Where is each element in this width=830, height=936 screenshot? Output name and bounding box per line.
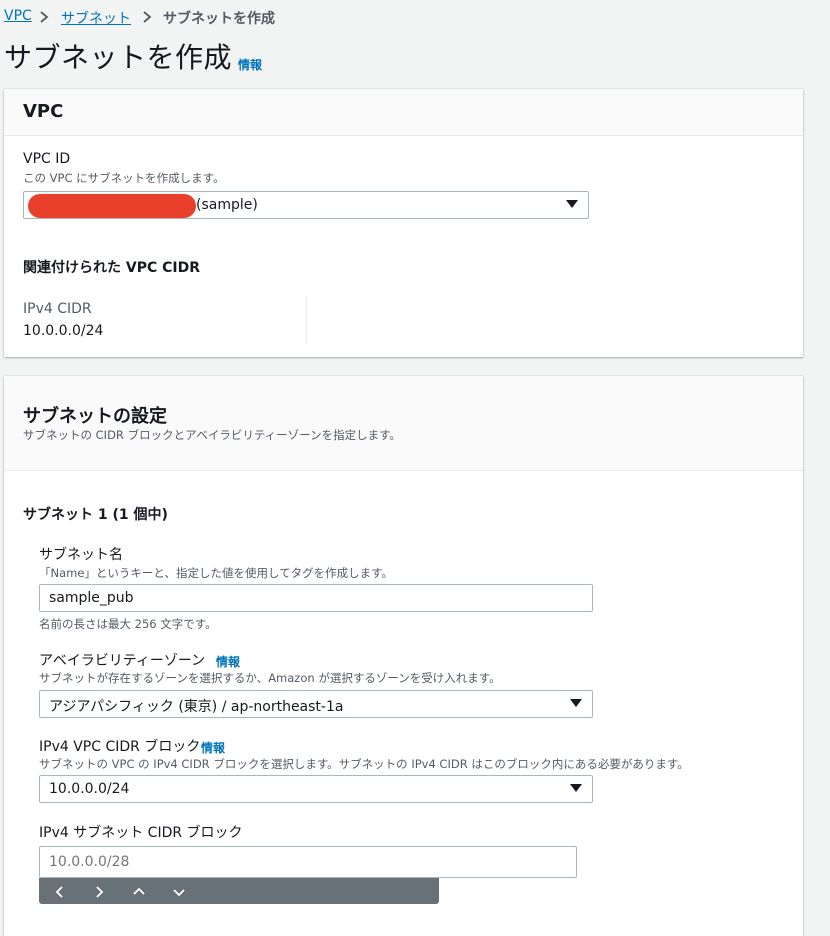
subnet-card-title: サブネットの設定 xyxy=(23,406,167,427)
subnet-card-header: サブネットの設定 サブネットの CIDR ブロックとアベイラビリティーゾーンを指… xyxy=(4,376,803,471)
subnet-cidr-block-label: IPv4 サブネット CIDR ブロック xyxy=(39,825,243,841)
redaction-mark xyxy=(28,194,196,218)
chevron-down-icon[interactable] xyxy=(172,885,186,899)
vpc-id-select[interactable]: (sample) xyxy=(23,191,589,219)
chevron-right-icon[interactable] xyxy=(92,885,106,899)
chevron-left-icon[interactable] xyxy=(53,885,67,899)
caret-down-icon xyxy=(570,784,582,792)
subnet-settings-card: サブネットの設定 サブネットの CIDR ブロックとアベイラビリティーゾーンを指… xyxy=(4,376,803,936)
breadcrumb-vpc-link[interactable]: VPC xyxy=(4,8,32,24)
subnet-name-value: sample_pub xyxy=(49,590,134,606)
vpc-card-header: VPC xyxy=(4,89,803,136)
vpc-cidr-block-description: サブネットの VPC の IPv4 CIDR ブロックを選択します。サブネットの… xyxy=(39,757,689,771)
breadcrumb: VPC サブネット サブネットを作成 xyxy=(0,0,830,30)
breadcrumb-subnet-link[interactable]: サブネット xyxy=(61,8,131,28)
chevron-up-icon[interactable] xyxy=(132,885,146,899)
chevron-right-icon xyxy=(40,11,49,23)
subnet-name-hint: 名前の長さは最大 256 文字です。 xyxy=(39,617,217,631)
vpc-card: VPC VPC ID この VPC にサブネットを作成します。 (sample)… xyxy=(4,89,803,357)
az-info-link[interactable]: 情報 xyxy=(216,653,240,670)
vpc-id-label: VPC ID xyxy=(23,151,71,167)
subnet-name-label: サブネット名 xyxy=(39,547,123,563)
vpc-cidr-block-select[interactable]: 10.0.0.0/24 xyxy=(39,775,593,803)
subnet-1-heading: サブネット 1 (1 個中) xyxy=(23,507,168,523)
vpc-id-value: (sample) xyxy=(196,197,258,213)
breadcrumb-current: サブネットを作成 xyxy=(163,11,275,27)
subnet-cidr-block-input[interactable] xyxy=(39,846,577,878)
page-title: サブネットを作成 xyxy=(4,41,233,74)
subnet-name-input[interactable]: sample_pub xyxy=(39,584,593,612)
chevron-right-icon xyxy=(143,11,152,23)
az-select[interactable]: アジアパシフィック (東京) / ap-northeast-1a xyxy=(39,690,593,718)
column-divider xyxy=(306,296,307,344)
vpc-cidr-block-label: IPv4 VPC CIDR ブロック xyxy=(39,739,201,755)
caret-down-icon xyxy=(566,200,578,208)
subnet-card-description: サブネットの CIDR ブロックとアベイラビリティーゾーンを指定します。 xyxy=(23,428,401,442)
vpc-cidr-block-value: 10.0.0.0/24 xyxy=(49,781,130,797)
ipv4-cidr-value: 10.0.0.0/24 xyxy=(23,323,104,339)
az-description: サブネットが存在するゾーンを選択するか、Amazon が選択するゾーンを受け入れ… xyxy=(39,671,501,685)
vpc-cidr-info-link[interactable]: 情報 xyxy=(201,739,225,756)
page-info-link[interactable]: 情報 xyxy=(238,56,262,73)
vpc-card-title: VPC xyxy=(23,101,64,122)
subnet-name-description: 「Name」というキーと、指定した値を使用してタグを作成します。 xyxy=(39,566,393,580)
autocomplete-toolbar xyxy=(39,878,439,904)
az-value: アジアパシフィック (東京) / ap-northeast-1a xyxy=(49,699,344,715)
ipv4-cidr-label: IPv4 CIDR xyxy=(23,301,92,317)
az-label: アベイラビリティーゾーン xyxy=(39,653,206,669)
associated-cidr-heading: 関連付けられた VPC CIDR xyxy=(23,260,201,276)
caret-down-icon xyxy=(570,699,582,707)
vpc-id-description: この VPC にサブネットを作成します。 xyxy=(23,171,225,185)
